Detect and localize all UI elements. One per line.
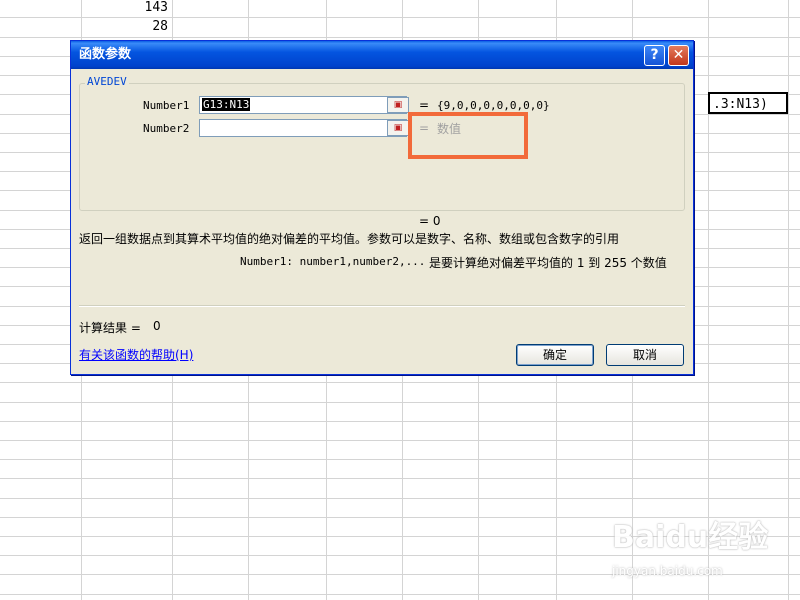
dialog-title: 函数参数 [79,47,132,62]
calc-result-label: 计算结果 = [79,321,141,335]
number1-collapse-button[interactable]: ▣ [387,97,409,113]
divider [79,305,685,307]
number2-input[interactable] [199,119,407,137]
watermark-logo: Baidu经验 [612,520,769,555]
grid-column-line [708,0,709,600]
function-arguments-dialog: 函数参数 ? ✕ AVEDEV Number1 G13:N13 ▣ = {9,0… [70,40,694,375]
cancel-button[interactable]: 取消 [606,344,684,366]
calc-result-value: 0 [153,319,161,333]
number1-value: G13:N13 [202,98,251,111]
function-help-link[interactable]: 有关该函数的帮助(H) [79,346,193,363]
number1-input[interactable]: G13:N13 [199,96,407,114]
grid-column-line [788,0,789,600]
close-icon[interactable]: ✕ [668,45,689,66]
argument-description-text: 是要计算绝对偏差平均值的 1 到 255 个数值 [429,256,667,270]
number2-collapse-button[interactable]: ▣ [387,120,409,136]
grid-row-line [0,478,800,479]
ok-button[interactable]: 确定 [516,344,594,366]
number2-label: Number2 [143,122,190,135]
grid-row-line [0,382,800,383]
number1-result: {9,0,0,0,0,0,0,0} [437,99,550,112]
dialog-titlebar[interactable]: 函数参数 [71,41,693,69]
grid-row-line [0,37,800,38]
number1-label: Number1 [143,99,190,112]
grid-row-line [0,421,800,422]
grid-row-line [0,459,800,460]
formula-result: = 0 [419,214,441,228]
grid-row-line [0,17,800,18]
grid-row-line [0,594,800,595]
active-cell-formula[interactable]: .3:N13) [708,92,788,114]
grid-row-line [0,440,800,441]
argument-description-name: Number1: number1,number2,... [240,255,426,268]
annotation-highlight-box [408,112,528,159]
number1-equals: = [419,98,430,112]
cell-value[interactable]: 28 [82,19,168,34]
grid-row-line [0,402,800,403]
watermark-url: jingyan.baidu.com [612,564,723,578]
help-icon[interactable]: ? [644,45,665,66]
function-description: 返回一组数据点到其算术平均值的绝对偏差的平均值。参数可以是数字、名称、数组或包含… [79,232,620,246]
cell-value[interactable]: 143 [82,0,168,15]
function-name: AVEDEV [85,75,129,88]
grid-row-line [0,498,800,499]
